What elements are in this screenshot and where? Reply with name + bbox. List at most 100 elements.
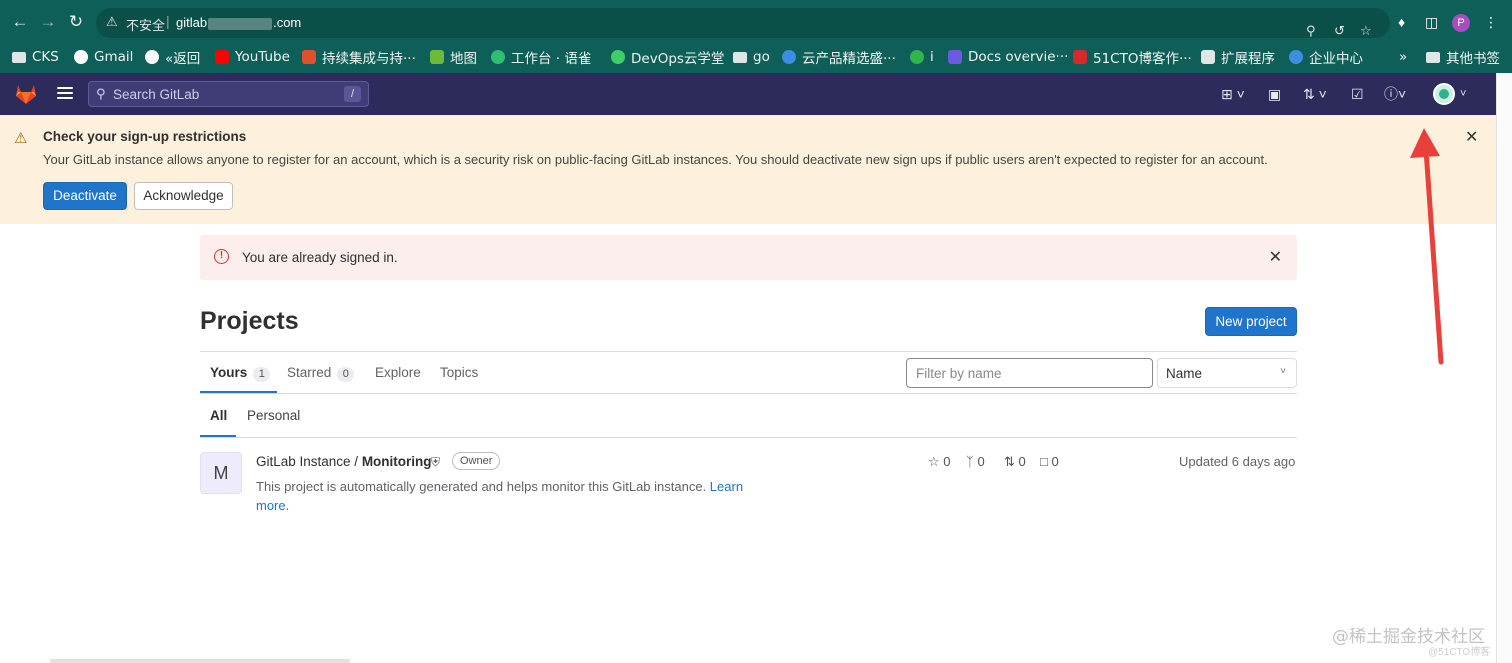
- bookmark-item[interactable]: 持续集成与持···: [302, 47, 416, 67]
- user-avatar[interactable]: [1433, 83, 1455, 105]
- more-bookmarks-chevron[interactable]: »: [1399, 47, 1407, 67]
- address-separator: |: [166, 13, 170, 29]
- docs-icon: [948, 50, 962, 64]
- share-icon[interactable]: ↺: [1334, 23, 1345, 39]
- side-panel-icon[interactable]: ◫: [1425, 14, 1438, 31]
- issues-icon[interactable]: ▣: [1268, 86, 1281, 102]
- forward-arrow-icon[interactable]: →: [38, 12, 58, 32]
- shield-icon: ⛨: [431, 455, 441, 469]
- window-edge: [1496, 73, 1512, 663]
- bookmark-item[interactable]: go: [733, 47, 770, 67]
- maps-icon: [430, 50, 444, 64]
- tab-starred[interactable]: Starred 0: [287, 365, 355, 382]
- extensions-puzzle-icon[interactable]: ♦: [1398, 14, 1405, 30]
- puzzle-icon: [1201, 50, 1215, 64]
- profile-avatar[interactable]: P: [1452, 14, 1470, 32]
- subtab-all[interactable]: All: [210, 408, 227, 423]
- bottom-edge-artifact: [50, 659, 350, 663]
- key-icon[interactable]: ⚲: [1306, 23, 1316, 39]
- bookmark-star-icon[interactable]: ☆: [1360, 23, 1372, 39]
- subtab-personal[interactable]: Personal: [247, 408, 300, 423]
- folder-icon: [12, 51, 26, 63]
- page-title: Projects: [200, 307, 299, 335]
- folder-icon: [733, 51, 747, 63]
- project-avatar[interactable]: M: [200, 452, 242, 494]
- s-icon: [910, 50, 924, 64]
- tab-count-badge: 0: [337, 367, 355, 382]
- tab-yours[interactable]: Yours 1: [210, 365, 271, 382]
- banner-title: Check your sign-up restrictions: [43, 129, 247, 144]
- updated-timestamp: Updated 6 days ago: [1179, 454, 1296, 469]
- bookmark-item[interactable]: CKS: [12, 47, 59, 67]
- yuque-icon: [491, 50, 505, 64]
- issues-count[interactable]: □ 0: [1040, 454, 1059, 469]
- bookmark-item[interactable]: 云产品精选盛···: [782, 47, 896, 67]
- new-item-plus-icon[interactable]: ⊞ ˅: [1221, 86, 1245, 102]
- merge-requests-icon[interactable]: ⇅ ˅: [1303, 86, 1327, 102]
- hamburger-menu-icon[interactable]: [57, 87, 73, 102]
- watermark-secondary: @51CTO博客: [1428, 647, 1491, 658]
- back-arrow-icon[interactable]: ←: [10, 12, 30, 32]
- cloud-icon: [1289, 50, 1303, 64]
- signed-in-text: You are already signed in.: [242, 250, 398, 265]
- gitlab-top-nav: ⚲ Search GitLab / ⊞ ˅ ▣ ⇅ ˅ ☑ ⓘ˅ ˅: [0, 73, 1496, 115]
- merge-requests-count[interactable]: ⇅ 0: [1004, 454, 1026, 470]
- divider: [200, 393, 1297, 394]
- tab-explore[interactable]: Explore: [375, 365, 421, 380]
- bookmark-item[interactable]: 扩展程序: [1201, 47, 1275, 67]
- close-icon[interactable]: ✕: [1269, 247, 1282, 267]
- help-icon[interactable]: ⓘ˅: [1384, 86, 1406, 102]
- sort-value: Name: [1166, 366, 1203, 381]
- folder-icon: [1426, 51, 1440, 63]
- error-circle-icon: !: [214, 249, 229, 264]
- bookmark-item[interactable]: i: [910, 47, 934, 67]
- url-text: gitlab .com: [176, 15, 302, 30]
- 51cto-icon: [1073, 50, 1087, 64]
- bookmark-item[interactable]: «返回: [145, 47, 200, 67]
- role-badge: Owner: [452, 452, 501, 470]
- warning-icon: ⚠: [106, 14, 118, 29]
- fork-icon: ᛉ: [966, 454, 974, 469]
- bookmark-item[interactable]: 工作台 · 语雀: [491, 47, 591, 67]
- new-project-button[interactable]: New project: [1205, 307, 1297, 336]
- other-bookmarks[interactable]: 其他书签: [1426, 47, 1500, 67]
- divider: [200, 437, 1297, 438]
- security-label: 不安全: [126, 19, 166, 34]
- sort-dropdown[interactable]: Name ˅: [1157, 358, 1297, 388]
- devops-icon: [611, 50, 625, 64]
- bookmark-item[interactable]: YouTube: [215, 47, 290, 67]
- bookmark-item[interactable]: 51CTO博客作···: [1073, 47, 1192, 67]
- project-title-link[interactable]: GitLab Instance / Monitoring: [256, 454, 432, 469]
- globe-icon: [145, 50, 159, 64]
- bookmark-item[interactable]: 地图: [430, 47, 477, 67]
- forks-count[interactable]: ᛉ 0: [966, 454, 985, 469]
- gitlab-logo-icon[interactable]: [14, 83, 38, 105]
- search-placeholder: Search GitLab: [113, 87, 200, 102]
- close-icon[interactable]: ✕: [1465, 127, 1478, 147]
- filter-by-name-input[interactable]: [906, 358, 1153, 388]
- stars-count[interactable]: ☆ 0: [928, 454, 951, 470]
- deactivate-button[interactable]: Deactivate: [43, 182, 127, 210]
- c-icon: [302, 50, 316, 64]
- tab-count-badge: 1: [253, 367, 271, 382]
- browser-menu-icon[interactable]: ⋮: [1484, 14, 1498, 31]
- bookmark-item[interactable]: Gmail: [74, 47, 133, 67]
- search-icon: ⚲: [96, 86, 106, 101]
- signup-restrictions-banner: ⚠ Check your sign-up restrictions Your G…: [0, 115, 1496, 224]
- banner-text: Your GitLab instance allows anyone to re…: [43, 152, 1268, 167]
- tab-topics[interactable]: Topics: [440, 365, 478, 380]
- todos-icon[interactable]: ☑: [1351, 86, 1364, 102]
- reload-icon[interactable]: ↻: [66, 12, 86, 32]
- bookmark-item[interactable]: 企业中心: [1289, 47, 1363, 67]
- address-bar[interactable]: ⚠ 不安全 | gitlab .com ⚲ ↺ ☆: [96, 8, 1390, 38]
- acknowledge-button[interactable]: Acknowledge: [134, 182, 233, 210]
- url-redacted-segment: [208, 17, 273, 30]
- annotation-arrow: [1410, 128, 1444, 365]
- avatar-chevron-down-icon[interactable]: ˅: [1460, 86, 1466, 102]
- bookmark-item[interactable]: Docs overvie···: [948, 47, 1068, 67]
- search-shortcut-badge: /: [344, 86, 361, 102]
- divider: [200, 351, 1297, 352]
- cloud-icon: [782, 50, 796, 64]
- bookmark-item[interactable]: DevOps云学堂: [611, 47, 724, 67]
- gitlab-search[interactable]: ⚲ Search GitLab /: [88, 81, 369, 107]
